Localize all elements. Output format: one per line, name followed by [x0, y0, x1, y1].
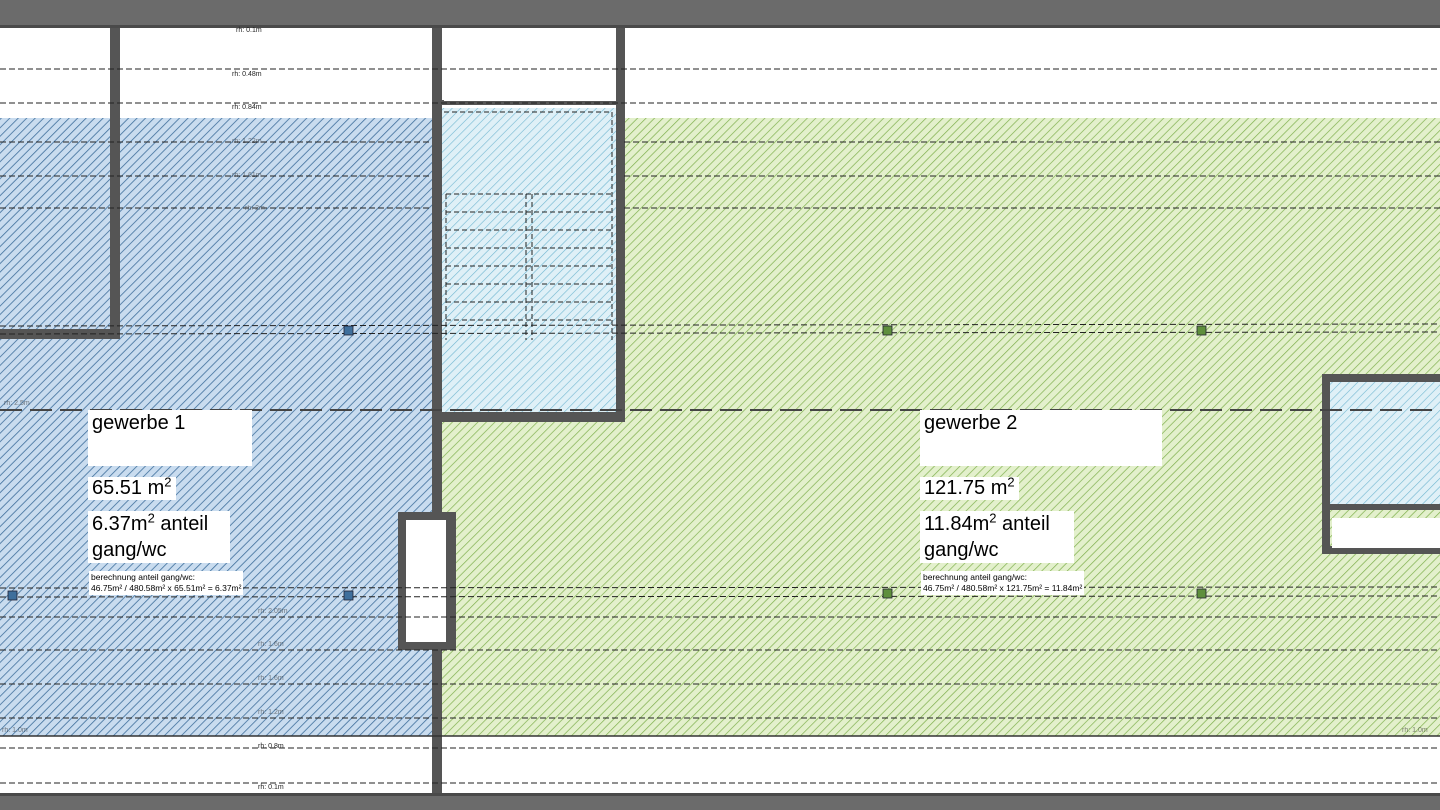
room-share: 11.84m2 anteil gang/wc: [920, 511, 1074, 563]
gewerbe-2-area-lower: [440, 420, 624, 736]
room-name: gewerbe 1: [88, 410, 252, 466]
stair-top-void: [444, 29, 616, 101]
rh-label: rh: 0.84m: [232, 104, 262, 111]
share-calculation: berechnung anteil gang/wc: 46.75m² / 480.…: [89, 571, 244, 595]
shaft-opening: [1332, 518, 1440, 548]
room-area: 65.51 m2: [88, 475, 176, 500]
room-area: 121.75 m2: [920, 475, 1019, 500]
rh-label: rh: 2.05m: [258, 608, 288, 615]
floor-plan-drawing: [0, 0, 1440, 810]
rh-label: rh: 0.8m: [258, 743, 284, 750]
rh-label: rh: 0.1m: [236, 27, 262, 34]
room-name: gewerbe 2: [920, 410, 1162, 466]
room-share: 6.37m2 anteil gang/wc: [88, 511, 230, 563]
stair-area: [440, 108, 620, 412]
floor-plan-viewer: rh: 0.1m rh: 0.48m rh: 0.84m rh: 1.22m r…: [0, 0, 1440, 810]
wc-block: [1328, 380, 1440, 506]
share-calculation: berechnung anteil gang/wc: 46.75m² / 480.…: [921, 571, 1085, 595]
rh-label: rh: 1.2m: [258, 709, 284, 716]
rh-label: rh: 1.6m: [258, 675, 284, 682]
rh-label: rh: 1.61m: [232, 172, 262, 179]
rh-label: rh: 0.48m: [232, 71, 262, 78]
rh-label: rh: 1.0m: [1402, 727, 1428, 734]
rh-label: rh: 2m: [245, 205, 265, 212]
rh-label: rh: 1.22m: [232, 138, 262, 145]
rh-label: rh: 2.5m: [4, 400, 30, 407]
rh-label: rh: 1.6m: [258, 641, 284, 648]
rh-label: rh: 0.1m: [258, 784, 284, 791]
door-opening: [406, 520, 446, 642]
rh-label: rh: 1.0m: [2, 727, 28, 734]
